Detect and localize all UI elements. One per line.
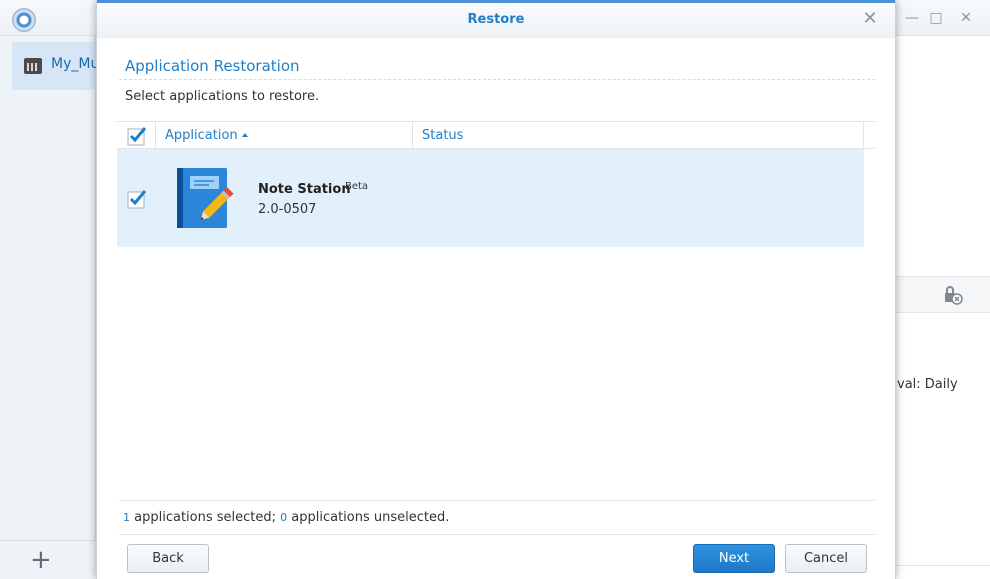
divider <box>119 534 875 535</box>
selected-count: 1 <box>123 511 130 524</box>
select-all-checkbox[interactable] <box>127 126 147 146</box>
row-checkbox[interactable] <box>127 189 147 209</box>
selection-summary: 1 applications selected; 0 applications … <box>123 510 449 525</box>
restore-dialog: Restore ✕ Application Restoration Select… <box>96 0 896 579</box>
note-station-icon <box>177 168 234 228</box>
section-title: Application Restoration <box>125 57 300 75</box>
app-logo-icon <box>12 8 36 32</box>
window-close-icon[interactable]: ✕ <box>958 10 974 26</box>
cancel-button[interactable]: Cancel <box>785 544 867 573</box>
detail-panel-header <box>891 277 990 313</box>
application-version: 2.0-0507 <box>258 202 317 217</box>
application-name: Note Station <box>258 182 351 197</box>
column-separator <box>155 122 156 149</box>
dialog-title: Restore <box>467 12 525 27</box>
application-grid: Application Status Note Station Beta 2.0… <box>117 121 875 501</box>
beta-badge: Beta <box>345 181 369 192</box>
detail-panel: val: Daily <box>890 276 990 566</box>
instructions-text: Select applications to restore. <box>125 89 320 104</box>
column-header-label: Application <box>165 128 238 143</box>
table-row[interactable]: Note Station Beta 2.0-0507 <box>117 149 864 247</box>
unselected-text: applications unselected. <box>287 510 450 525</box>
sidebar: My_Mu <box>0 36 112 579</box>
column-separator <box>863 122 864 149</box>
next-button[interactable]: Next <box>693 544 775 573</box>
column-separator <box>412 122 413 149</box>
lock-remove-icon[interactable] <box>943 285 963 305</box>
dialog-titlebar: Restore ✕ <box>97 0 895 38</box>
divider <box>119 79 875 80</box>
selected-text: applications selected; <box>130 510 281 525</box>
column-header-status[interactable]: Status <box>422 128 463 143</box>
sidebar-item-label: My_Mu <box>51 56 100 72</box>
close-icon[interactable]: ✕ <box>861 10 879 28</box>
backup-interval-text: val: Daily <box>897 377 958 392</box>
column-header-application[interactable]: Application <box>165 128 248 143</box>
plus-icon[interactable]: + <box>30 547 52 573</box>
divider <box>119 500 875 501</box>
sort-ascending-icon <box>241 132 248 137</box>
maximize-icon[interactable]: □ <box>928 10 944 26</box>
minimize-icon[interactable]: — <box>904 10 920 26</box>
grid-header: Application Status <box>117 121 875 149</box>
back-button[interactable]: Back <box>127 544 209 573</box>
server-icon <box>24 58 42 74</box>
